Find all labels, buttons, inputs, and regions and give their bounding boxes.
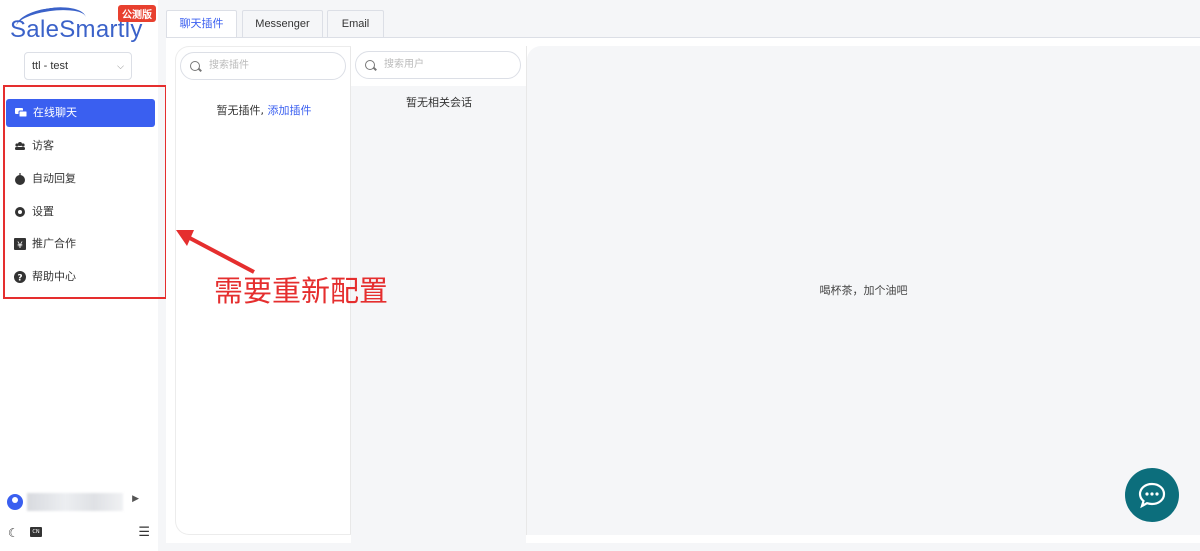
sidebar-item-settings[interactable]: 设置 — [5, 198, 154, 226]
svg-text:¥: ¥ — [17, 241, 23, 250]
conversations-empty-state: 暂无相关会话 — [406, 96, 472, 109]
search-icon — [365, 60, 375, 70]
plugin-search-input[interactable]: 搜索插件 — [180, 52, 346, 80]
sidebar-item-promotion[interactable]: ¥ 推广合作 — [5, 230, 154, 258]
sidebar-item-visitors[interactable]: 访客 — [5, 132, 154, 160]
chat-bubble-icon — [1138, 482, 1166, 509]
current-user[interactable]: ▶ — [7, 492, 147, 512]
plugins-empty-text: 暂无插件, — [216, 104, 265, 117]
sidebar-item-label: 推广合作 — [32, 237, 76, 250]
caret-right-icon: ▶ — [132, 494, 139, 504]
search-icon — [190, 61, 200, 71]
user-search-placeholder: 搜索用户 — [384, 59, 424, 70]
yuan-icon: ¥ — [14, 238, 26, 251]
dark-mode-icon[interactable]: ☾ — [8, 526, 19, 540]
workspace-select[interactable]: ttl - test ⌵ — [24, 52, 132, 80]
sidebar-item-help-center[interactable]: ? 帮助中心 — [5, 263, 154, 291]
conversation-panel: 喝杯茶，加个油吧 — [527, 46, 1200, 535]
tab-chat-plugin[interactable]: 聊天插件 — [166, 10, 237, 39]
app-root: SaleSmartly 公测版 ttl - test ⌵ 在线聊天 访客 自动回… — [0, 0, 1200, 551]
sidebar-item-label: 在线聊天 — [33, 106, 77, 119]
brand-logo[interactable]: SaleSmartly 公测版 — [6, 3, 158, 48]
sidebar-item-label: 设置 — [32, 205, 54, 218]
visitors-icon — [14, 140, 26, 152]
plugin-search-placeholder: 搜索插件 — [209, 60, 249, 71]
sidebar-item-live-chat[interactable]: 在线聊天 — [6, 99, 155, 127]
language-switch[interactable]: CN — [30, 527, 42, 537]
sidebar-item-auto-reply[interactable]: 自动回复 — [5, 165, 154, 193]
annotation-text: 需要重新配置 — [214, 274, 389, 308]
sidebar-item-label: 帮助中心 — [32, 270, 76, 283]
workspace-select-value: ttl - test — [32, 60, 69, 72]
sidebar-item-label: 访客 — [32, 139, 54, 152]
user-name-blurred — [27, 493, 123, 511]
user-search-input[interactable]: 搜索用户 — [355, 51, 521, 79]
tab-messenger[interactable]: Messenger — [242, 10, 323, 38]
sidebar-item-label: 自动回复 — [32, 172, 76, 185]
chevron-down-icon: ⌵ — [117, 61, 124, 71]
chat-widget-button[interactable] — [1125, 468, 1179, 522]
collapse-menu-icon[interactable]: ☰ — [138, 525, 150, 540]
help-icon: ? — [14, 271, 26, 284]
chat-icon — [15, 107, 28, 119]
sidebar-footer: ☾ CN ☰ — [8, 525, 150, 541]
svg-text:?: ? — [17, 274, 22, 284]
sidebar-nav: 在线聊天 访客 自动回复 设置 ¥ 推广合作 ? 帮助中心 — [3, 85, 167, 299]
conversation-idle-text: 喝杯茶，加个油吧 — [819, 284, 908, 297]
users-list-area — [351, 86, 526, 551]
sidebar: SaleSmartly 公测版 ttl - test ⌵ 在线聊天 访客 自动回… — [0, 0, 167, 551]
tab-email[interactable]: Email — [327, 10, 384, 38]
robot-icon — [14, 173, 26, 185]
beta-badge: 公测版 — [118, 5, 156, 22]
add-plugin-link[interactable]: 添加插件 — [268, 104, 312, 117]
avatar — [7, 494, 23, 510]
plugins-empty-state: 暂无插件, 添加插件 — [176, 102, 352, 118]
settings-icon — [14, 206, 26, 218]
